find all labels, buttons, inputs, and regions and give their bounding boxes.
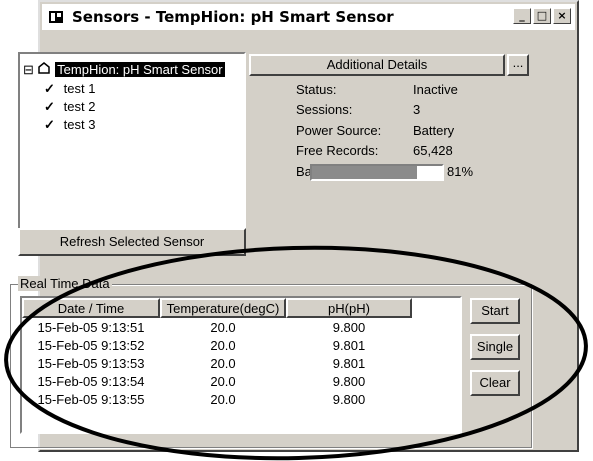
tree-root-label: TempHion: pH Smart Sensor — [55, 62, 225, 77]
table-row[interactable]: 15-Feb-05 9:13:54 20.0 9.800 — [22, 373, 412, 391]
additional-details-button[interactable]: Additional Details — [249, 54, 505, 76]
cell-datetime: 15-Feb-05 9:13:55 — [37, 392, 145, 407]
cell-datetime: 15-Feb-05 9:13:51 — [37, 320, 145, 335]
table-row[interactable]: 15-Feb-05 9:13:55 20.0 9.800 — [22, 391, 412, 409]
collapse-icon[interactable]: ⊟ — [23, 62, 34, 77]
tree-item-test-2[interactable]: ✓ test 2 — [44, 99, 95, 115]
close-button[interactable]: × — [553, 8, 571, 24]
refresh-selected-sensor-button[interactable]: Refresh Selected Sensor — [18, 228, 246, 256]
single-button[interactable]: Single — [470, 334, 520, 360]
sensor-icon — [37, 62, 52, 77]
minimize-button[interactable]: _ — [513, 8, 531, 24]
clear-button[interactable]: Clear — [470, 370, 520, 396]
cell-ph: 9.800 — [332, 374, 366, 389]
battery-percent: 81% — [447, 164, 474, 179]
tree-item-test-1[interactable]: ✓ test 1 — [44, 81, 95, 97]
cell-ph: 9.801 — [332, 338, 366, 353]
column-header-datetime[interactable]: Date / Time — [22, 298, 160, 318]
free-records-value: 65,428 — [413, 143, 453, 158]
tree-item-label: test 3 — [63, 117, 96, 132]
battery-progress-bar — [310, 164, 444, 181]
cell-temperature: 20.0 — [210, 356, 236, 371]
column-header-ph[interactable]: pH(pH) — [286, 298, 412, 318]
power-source-value: Battery — [413, 123, 455, 138]
check-icon: ✓ — [44, 81, 55, 96]
title-bar[interactable]: Sensors - TempHion: pH Smart Sensor _ □ … — [42, 4, 575, 30]
column-header-temperature[interactable]: Temperature(degC) — [160, 298, 286, 318]
cell-temperature: 20.0 — [210, 374, 236, 389]
cell-temperature: 20.0 — [210, 392, 236, 407]
sensor-tree[interactable]: ⊟ TempHion: pH Smart Sensor ✓ test 1 ✓ t… — [18, 52, 246, 230]
power-source-label: Power Source: — [296, 123, 382, 138]
table-row[interactable]: 15-Feb-05 9:13:53 20.0 9.801 — [22, 355, 412, 373]
status-label: Status: — [296, 82, 337, 97]
real-time-data-grid[interactable]: Date / Time Temperature(degC) pH(pH) 15-… — [20, 296, 462, 434]
cell-ph: 9.801 — [332, 356, 366, 371]
cell-temperature: 20.0 — [210, 338, 236, 353]
status-value: Inactive — [413, 82, 458, 97]
sensor-app-icon — [48, 9, 66, 25]
cell-ph: 9.800 — [332, 392, 366, 407]
window-title: Sensors - TempHion: pH Smart Sensor — [72, 8, 394, 26]
battery-fill — [312, 166, 418, 179]
free-records-label: Free Records: — [296, 143, 379, 158]
tree-item-test-3[interactable]: ✓ test 3 — [44, 117, 95, 133]
grid-header: Date / Time Temperature(degC) pH(pH) — [22, 298, 412, 318]
details-ellipsis-button[interactable]: ... — [507, 54, 529, 76]
table-row[interactable]: 15-Feb-05 9:13:51 20.0 9.800 — [22, 319, 412, 337]
cell-ph: 9.800 — [332, 320, 366, 335]
start-button[interactable]: Start — [470, 298, 520, 324]
sessions-value: 3 — [413, 102, 421, 117]
check-icon: ✓ — [44, 99, 55, 114]
cell-datetime: 15-Feb-05 9:13:52 — [37, 338, 145, 353]
cell-datetime: 15-Feb-05 9:13:53 — [37, 356, 145, 371]
check-icon: ✓ — [44, 117, 55, 132]
cell-temperature: 20.0 — [210, 320, 236, 335]
tree-root-item[interactable]: ⊟ TempHion: pH Smart Sensor — [23, 62, 225, 78]
maximize-button[interactable]: □ — [533, 8, 551, 24]
cell-datetime: 15-Feb-05 9:13:54 — [37, 374, 145, 389]
tree-item-label: test 2 — [63, 99, 96, 114]
table-row[interactable]: 15-Feb-05 9:13:52 20.0 9.801 — [22, 337, 412, 355]
real-time-data-label: Real Time Data — [18, 276, 112, 291]
tree-item-label: test 1 — [63, 81, 96, 96]
sessions-label: Sessions: — [296, 102, 353, 117]
